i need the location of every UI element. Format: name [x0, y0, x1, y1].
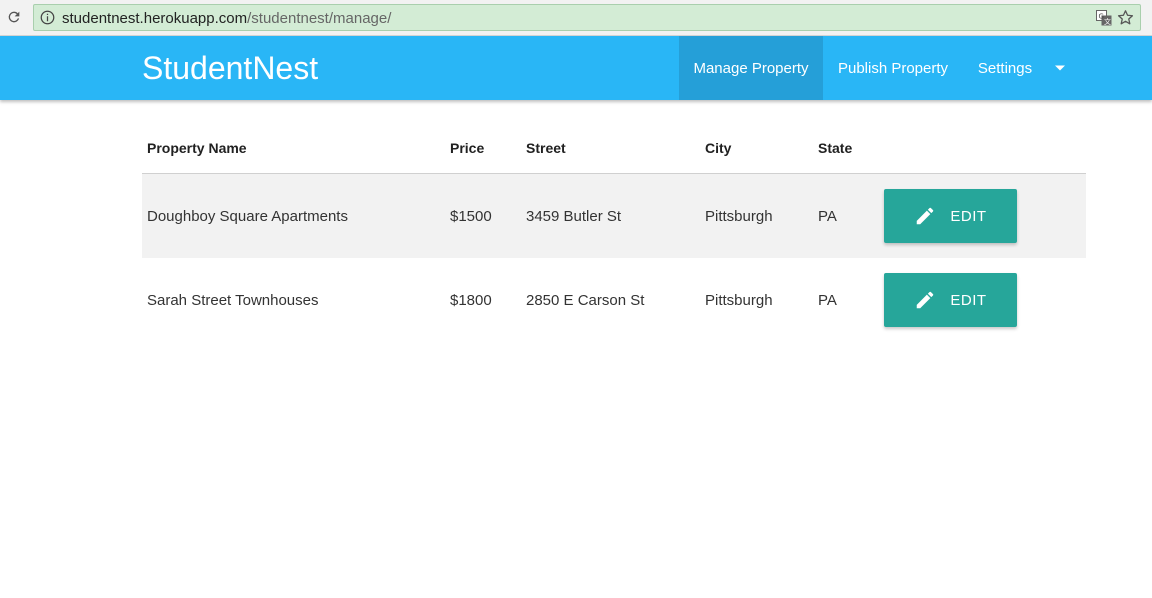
cell-state: PA [818, 292, 837, 309]
top-navbar: StudentNest Manage Property Publish Prop… [0, 36, 1152, 100]
table-header: Property Name Price Street City State [142, 121, 1086, 174]
header-state: State [818, 140, 853, 156]
header-street: Street [526, 140, 566, 156]
cell-city: Pittsburgh [705, 292, 773, 309]
cell-property-name: Sarah Street Townhouses [147, 292, 319, 309]
table-row: Sarah Street Townhouses $1800 2850 E Car… [142, 258, 1086, 342]
reload-icon[interactable] [5, 8, 23, 26]
star-icon[interactable] [1117, 9, 1134, 26]
caret-down-icon[interactable] [1049, 36, 1071, 100]
edit-button-label: EDIT [950, 291, 987, 309]
nav-settings[interactable]: Settings [963, 36, 1047, 100]
translate-icon[interactable]: G文 [1096, 10, 1112, 26]
cell-street: 3459 Butler St [526, 208, 622, 225]
nav-publish-property[interactable]: Publish Property [823, 36, 963, 100]
header-city: City [705, 140, 732, 156]
property-table: Property Name Price Street City State Do… [142, 121, 1086, 342]
cell-city: Pittsburgh [705, 208, 773, 225]
pencil-icon [914, 289, 936, 311]
cell-street: 2850 E Carson St [526, 292, 645, 309]
edit-button[interactable]: EDIT [884, 273, 1017, 327]
cell-state: PA [818, 208, 837, 225]
browser-toolbar: studentnest.herokuapp.com/studentnest/ma… [0, 0, 1152, 36]
brand-logo[interactable]: StudentNest [142, 50, 318, 86]
svg-text:文: 文 [1104, 17, 1111, 26]
url-host: studentnest.herokuapp.com [62, 10, 248, 27]
header-property-name: Property Name [147, 140, 247, 156]
edit-button[interactable]: EDIT [884, 189, 1017, 243]
table-row: Doughboy Square Apartments $1500 3459 Bu… [142, 174, 1086, 258]
url-path: /studentnest/manage/ [247, 10, 392, 27]
cell-property-name: Doughboy Square Apartments [147, 208, 348, 225]
address-bar[interactable]: studentnest.herokuapp.com/studentnest/ma… [33, 4, 1141, 31]
url-text[interactable]: studentnest.herokuapp.com/studentnest/ma… [62, 10, 391, 27]
cell-price: $1500 [450, 208, 492, 225]
edit-button-label: EDIT [950, 207, 987, 225]
header-price: Price [450, 140, 485, 156]
info-icon[interactable] [40, 10, 55, 25]
nav-manage-property[interactable]: Manage Property [679, 36, 823, 100]
pencil-icon [914, 205, 936, 227]
cell-price: $1800 [450, 292, 492, 309]
